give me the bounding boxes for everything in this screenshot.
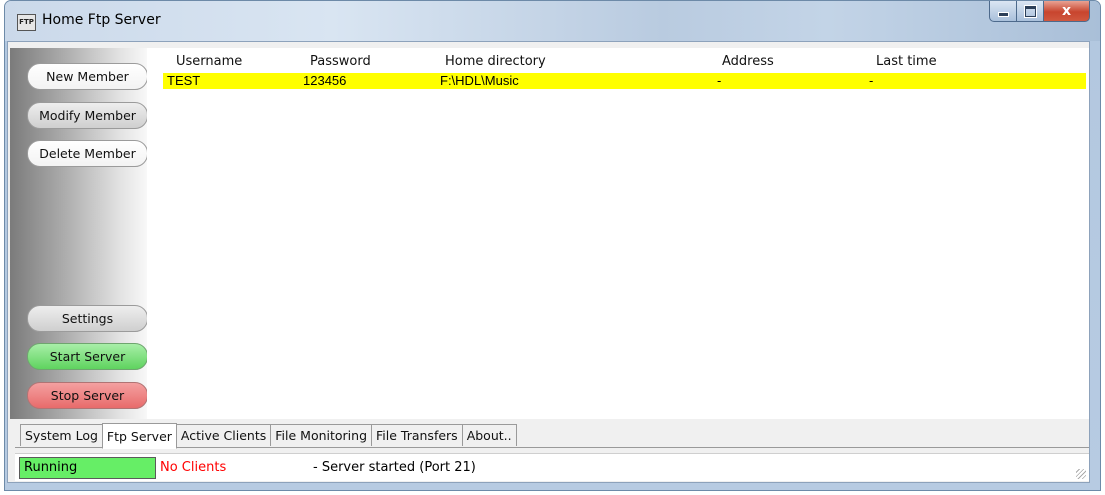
settings-button[interactable]: Settings bbox=[27, 305, 148, 332]
minimize-icon bbox=[997, 11, 1009, 17]
tab-about[interactable]: About.. bbox=[461, 424, 517, 446]
status-message: - Server started (Port 21) bbox=[313, 460, 476, 475]
stop-server-button[interactable]: Stop Server bbox=[27, 382, 148, 409]
modify-member-button[interactable]: Modify Member bbox=[27, 102, 148, 129]
cell-password: 123456 bbox=[303, 73, 347, 88]
members-list[interactable]: Username Password Home directory Address… bbox=[147, 48, 1089, 419]
tab-file-monitoring[interactable]: File Monitoring bbox=[270, 424, 373, 446]
tab-file-transfers[interactable]: File Transfers bbox=[371, 424, 463, 446]
column-header-address[interactable]: Address bbox=[722, 54, 774, 69]
cell-username: TEST bbox=[167, 73, 201, 88]
cell-last-time: - bbox=[869, 73, 874, 88]
close-icon: x bbox=[1061, 3, 1072, 19]
maximize-icon bbox=[1023, 4, 1037, 18]
column-header-last-time[interactable]: Last time bbox=[876, 54, 937, 69]
clients-status: No Clients bbox=[160, 460, 227, 475]
new-member-button[interactable]: New Member bbox=[27, 63, 148, 90]
start-server-button[interactable]: Start Server bbox=[27, 343, 148, 370]
minimize-button[interactable] bbox=[989, 1, 1017, 22]
tab-active-clients[interactable]: Active Clients bbox=[175, 424, 272, 446]
delete-member-button[interactable]: Delete Member bbox=[27, 140, 148, 167]
tab-ftp-server[interactable]: Ftp Server bbox=[101, 423, 177, 449]
member-row[interactable]: TEST 123456 F:\HDL\Music - - bbox=[163, 73, 1086, 89]
window-controls: x bbox=[989, 1, 1090, 23]
tab-system-log[interactable]: System Log bbox=[20, 424, 103, 446]
cell-home-directory: F:\HDL\Music bbox=[440, 73, 519, 88]
window-title: Home Ftp Server bbox=[42, 12, 161, 28]
title-bar[interactable]: FTP Home Ftp Server x bbox=[5, 1, 1100, 41]
column-header-home-directory[interactable]: Home directory bbox=[445, 54, 546, 69]
column-header-username[interactable]: Username bbox=[176, 54, 242, 69]
column-header-password[interactable]: Password bbox=[310, 54, 371, 69]
server-state-status: Running bbox=[19, 457, 156, 479]
bottom-tab-bar: System Log Ftp Server Active Clients Fil… bbox=[20, 423, 517, 449]
resize-grip[interactable] bbox=[1076, 469, 1086, 479]
maximize-button[interactable] bbox=[1017, 1, 1044, 22]
close-button[interactable]: x bbox=[1044, 1, 1090, 22]
status-bar: Running No Clients - Server started (Por… bbox=[15, 453, 1089, 481]
cell-address: - bbox=[717, 73, 722, 88]
ftp-app-icon: FTP bbox=[17, 14, 36, 31]
